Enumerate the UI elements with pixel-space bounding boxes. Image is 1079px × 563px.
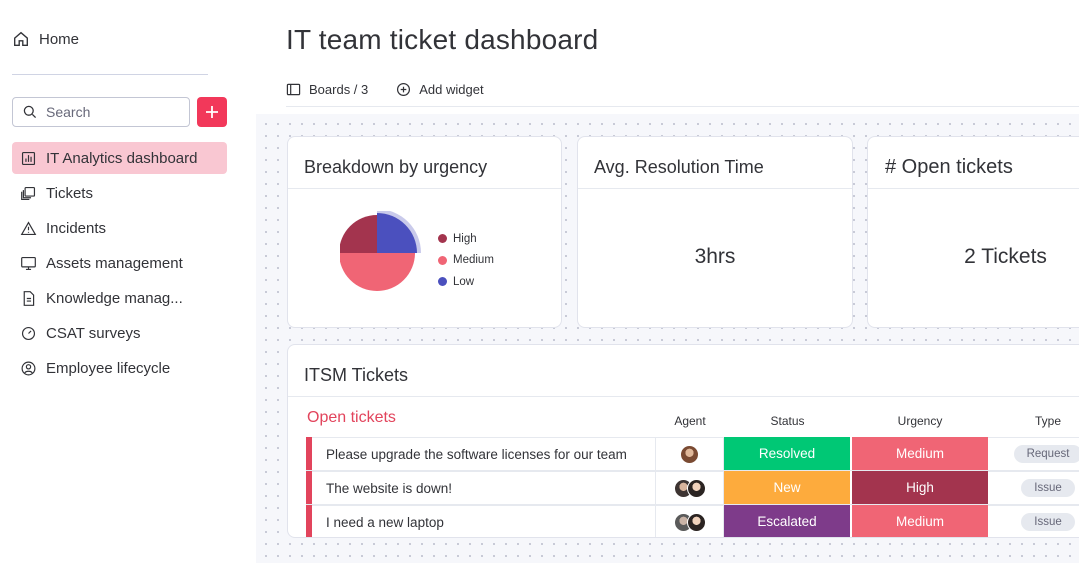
toolbar: Boards / 3 Add widget (286, 82, 512, 97)
plus-icon (206, 106, 218, 118)
warning-icon (20, 220, 37, 235)
sidebar-divider (12, 74, 208, 75)
itsm-tickets-widget: ITSM Tickets Open tickets Agent Status U… (287, 344, 1079, 538)
search-icon (23, 105, 37, 119)
sidebar-nav: IT Analytics dashboard Tickets Incidents… (12, 142, 227, 387)
sidebar: Home Search IT Analytics dashboard Ticke… (0, 0, 255, 563)
sidebar-item-tickets[interactable]: Tickets (12, 177, 227, 209)
sidebar-item-csat-surveys[interactable]: CSAT surveys (12, 317, 227, 349)
urgency-cell[interactable]: Medium (852, 505, 988, 537)
chart-icon (21, 151, 36, 165)
type-cell[interactable]: Issue (988, 505, 1079, 537)
widget-divider (288, 188, 561, 189)
type-cell[interactable]: Issue (988, 471, 1079, 504)
pie-legend: High Medium Low (438, 228, 494, 293)
table-row[interactable]: I need a new laptop Escalated Medium Iss… (306, 505, 1079, 537)
board-stack-icon (21, 186, 36, 200)
ticket-name[interactable]: The website is down! (312, 471, 656, 504)
toolbar-divider (286, 106, 1079, 107)
sidebar-item-incidents[interactable]: Incidents (12, 212, 227, 244)
home-link[interactable]: Home (12, 30, 79, 48)
urgency-cell[interactable]: High (852, 471, 988, 504)
widget-divider (288, 396, 1079, 397)
column-header-type[interactable]: Type (988, 414, 1079, 428)
resolution-time-value: 3hrs (694, 245, 736, 268)
widget-title: ITSM Tickets (304, 365, 409, 385)
status-cell[interactable]: New (724, 471, 851, 504)
open-tickets-widget[interactable]: # Open tickets 2 Tickets (867, 136, 1079, 328)
status-cell[interactable]: Escalated (724, 505, 851, 537)
sidebar-item-it-analytics-dashboard[interactable]: IT Analytics dashboard (12, 142, 227, 174)
gauge-icon (21, 326, 36, 340)
legend-item-medium: Medium (438, 250, 494, 272)
urgency-pie-chart[interactable] (340, 211, 430, 301)
type-cell[interactable]: Request (988, 437, 1079, 470)
ticket-name[interactable]: I need a new laptop (312, 505, 656, 537)
widget-divider (868, 188, 1079, 189)
pie-slice-medium[interactable] (340, 253, 415, 291)
type-badge: Issue (1021, 479, 1075, 497)
column-header-status[interactable]: Status (724, 414, 851, 428)
widget-title: # Open tickets (885, 156, 1013, 178)
monitor-icon (21, 256, 36, 270)
add-widget-label: Add widget (419, 82, 484, 97)
legend-item-high: High (438, 228, 494, 250)
urgency-cell[interactable]: Medium (852, 437, 988, 470)
search-input[interactable]: Search (12, 97, 190, 127)
open-tickets-value: 2 Tickets (964, 245, 1047, 268)
sidebar-item-label: Knowledge manag... (46, 289, 183, 307)
page-title: IT team ticket dashboard (286, 24, 599, 55)
widget-title: Breakdown by urgency (304, 157, 488, 177)
sidebar-item-label: IT Analytics dashboard (46, 149, 198, 167)
boards-label: Boards / 3 (309, 82, 369, 97)
agent-cell[interactable] (656, 505, 724, 537)
sidebar-item-label: Tickets (46, 184, 93, 202)
add-widget-button[interactable]: Add widget (396, 82, 484, 97)
legend-item-low: Low (438, 271, 494, 293)
search-placeholder: Search (46, 104, 91, 120)
widget-divider (578, 188, 852, 189)
widget-title: Avg. Resolution Time (594, 157, 764, 177)
sidebar-item-assets-management[interactable]: Assets management (12, 247, 227, 279)
sidebar-item-label: Employee lifecycle (46, 359, 171, 377)
legend-label: Medium (453, 254, 494, 267)
document-icon (23, 290, 35, 306)
column-header-urgency[interactable]: Urgency (852, 414, 988, 428)
sidebar-item-knowledge-management[interactable]: Knowledge manag... (12, 282, 227, 314)
sidebar-item-label: Incidents (46, 219, 107, 237)
board-icon (286, 83, 301, 96)
boards-button[interactable]: Boards / 3 (286, 82, 368, 97)
sidebar-item-label: Assets management (46, 254, 183, 272)
legend-dot (438, 277, 447, 287)
pie-slice-low[interactable] (377, 213, 417, 253)
table-row[interactable]: Please upgrade the software licenses for… (306, 437, 1079, 471)
avatar (680, 444, 699, 464)
column-header-agent[interactable]: Agent (656, 414, 724, 428)
ticket-name[interactable]: Please upgrade the software licenses for… (312, 437, 656, 470)
group-title[interactable]: Open tickets (307, 409, 396, 427)
urgency-widget[interactable]: Breakdown by urgency High Medium Low (287, 136, 562, 328)
sidebar-item-label: CSAT surveys (46, 324, 141, 342)
sidebar-item-employee-lifecycle[interactable]: Employee lifecycle (12, 352, 227, 384)
agent-cell[interactable] (656, 471, 724, 504)
avatar (686, 478, 706, 498)
type-badge: Request (1013, 445, 1079, 463)
type-badge: Issue (1021, 513, 1075, 531)
status-cell[interactable]: Resolved (724, 437, 851, 470)
legend-label: Low (453, 275, 475, 288)
avatar (686, 512, 706, 532)
table-row[interactable]: The website is down! New High Issue (306, 471, 1079, 505)
legend-label: High (453, 232, 477, 245)
resolution-time-widget[interactable]: Avg. Resolution Time 3hrs (577, 136, 853, 328)
agent-cell[interactable] (656, 437, 724, 470)
ticket-table: Please upgrade the software licenses for… (306, 437, 1079, 537)
legend-dot (438, 234, 447, 244)
pie-slice-high[interactable] (340, 215, 377, 253)
add-button[interactable] (197, 97, 227, 127)
add-circle-icon (397, 82, 411, 97)
legend-dot (438, 255, 447, 265)
home-label: Home (39, 30, 80, 48)
person-circle-icon (21, 361, 36, 375)
home-icon (14, 31, 28, 46)
